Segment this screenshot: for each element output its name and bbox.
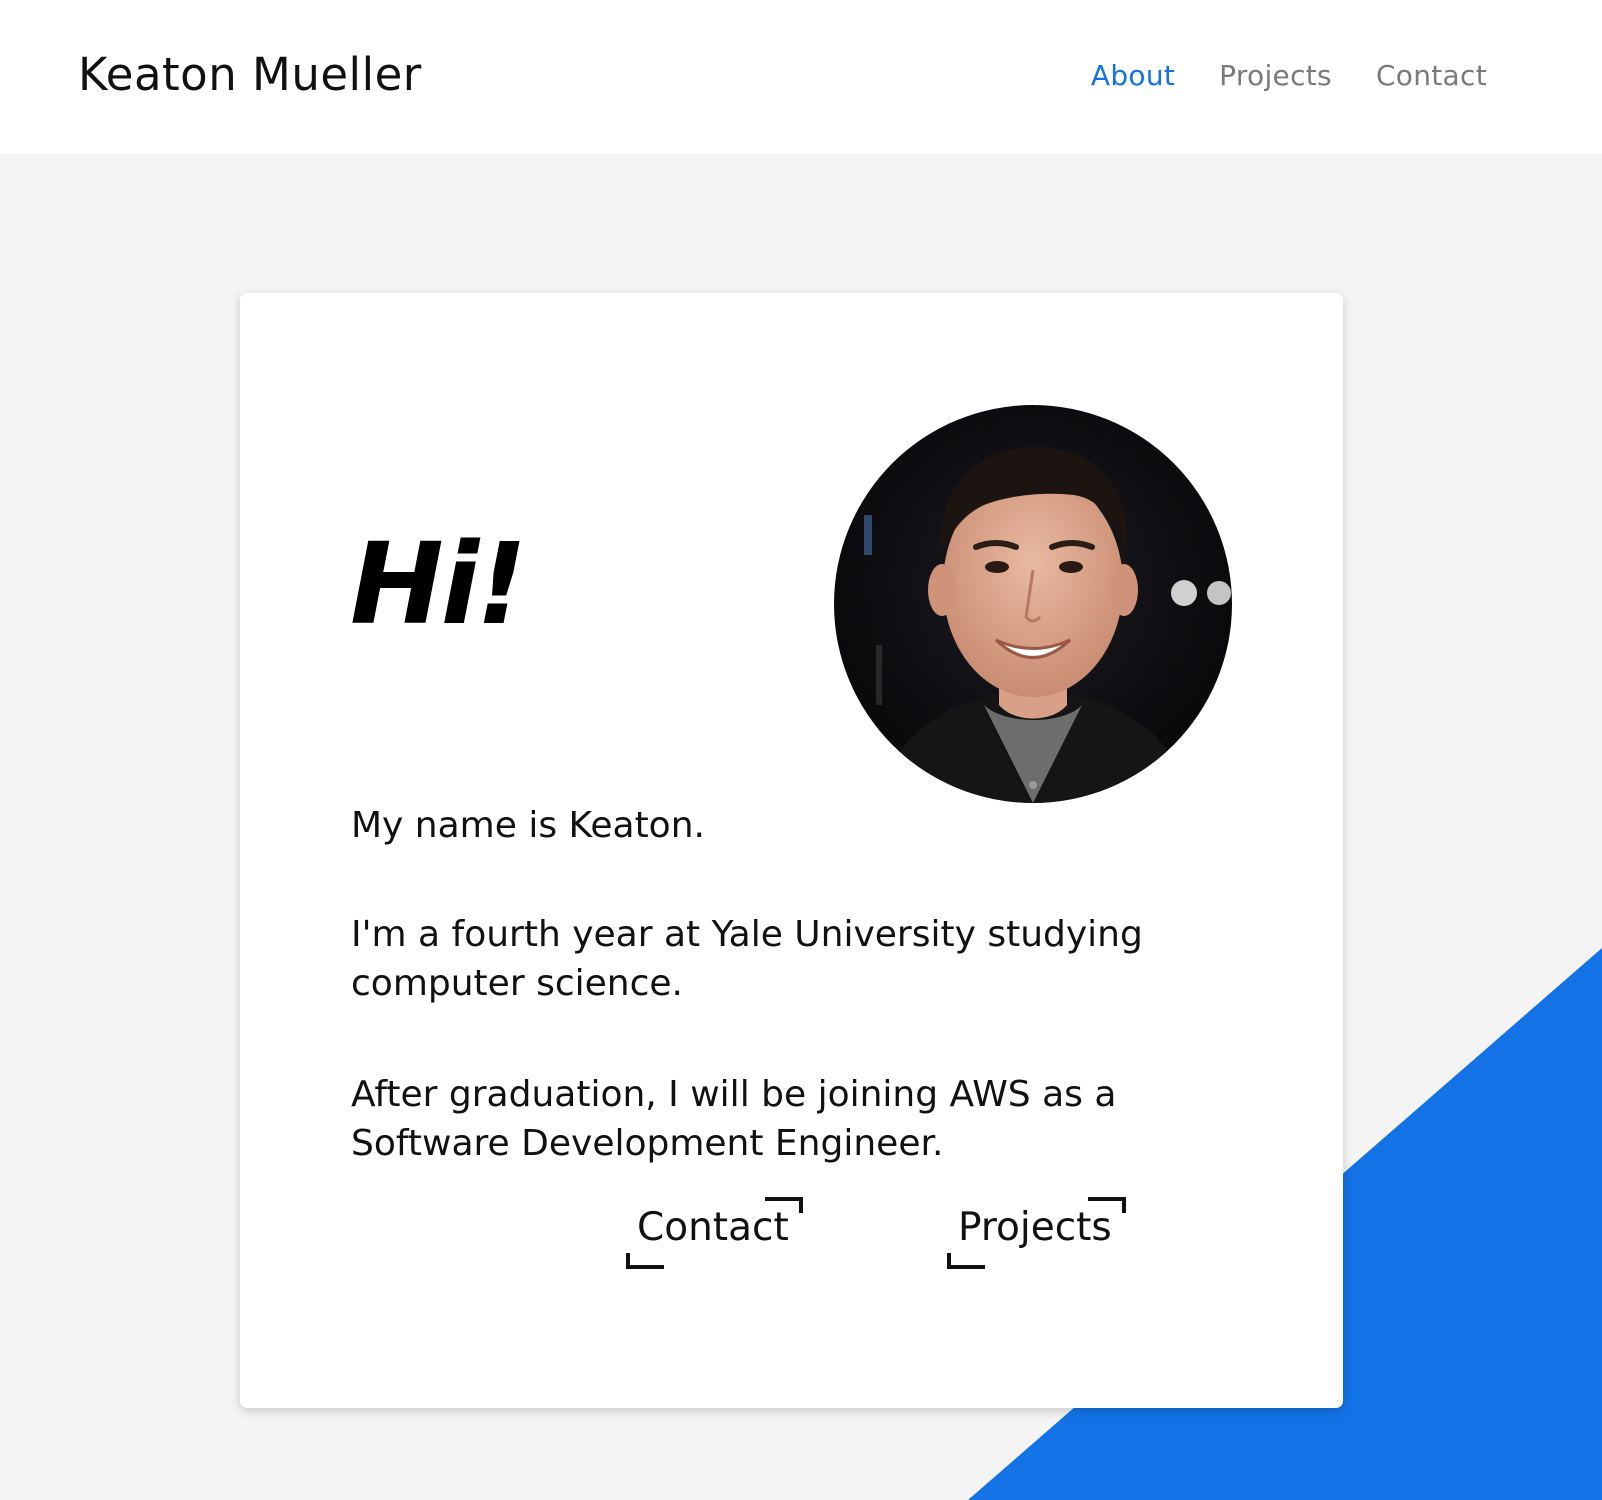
profile-photo: [834, 405, 1232, 803]
bracket-corner-decoration: [764, 1197, 803, 1213]
nav-about-link[interactable]: About: [1091, 58, 1175, 94]
contact-button[interactable]: Contact: [626, 1197, 803, 1269]
bio-paragraph-career: After graduation, I will be joining AWS …: [351, 1074, 1117, 1164]
bio-paragraph-intro: My name is Keaton.: [351, 805, 705, 846]
bracket-corner-decoration: [1087, 1197, 1126, 1213]
bracket-corner-decoration: [626, 1253, 664, 1269]
projects-button[interactable]: Projects: [947, 1197, 1126, 1269]
about-card: Hi! My name is Keaton. I'm a fourth year…: [240, 293, 1343, 1408]
main-nav: About Projects Contact: [1091, 58, 1487, 94]
bio-paragraph-school: I'm a fourth year at Yale University stu…: [351, 914, 1143, 1004]
site-header: Keaton Mueller About Projects Contact: [0, 0, 1602, 154]
greeting-heading: Hi!: [350, 520, 527, 650]
nav-contact-link[interactable]: Contact: [1376, 58, 1487, 94]
portrait-photo-image: [834, 405, 1232, 803]
site-name-link[interactable]: Keaton Mueller: [78, 48, 422, 102]
nav-projects-link[interactable]: Projects: [1219, 58, 1332, 94]
bracket-corner-decoration: [947, 1253, 985, 1269]
